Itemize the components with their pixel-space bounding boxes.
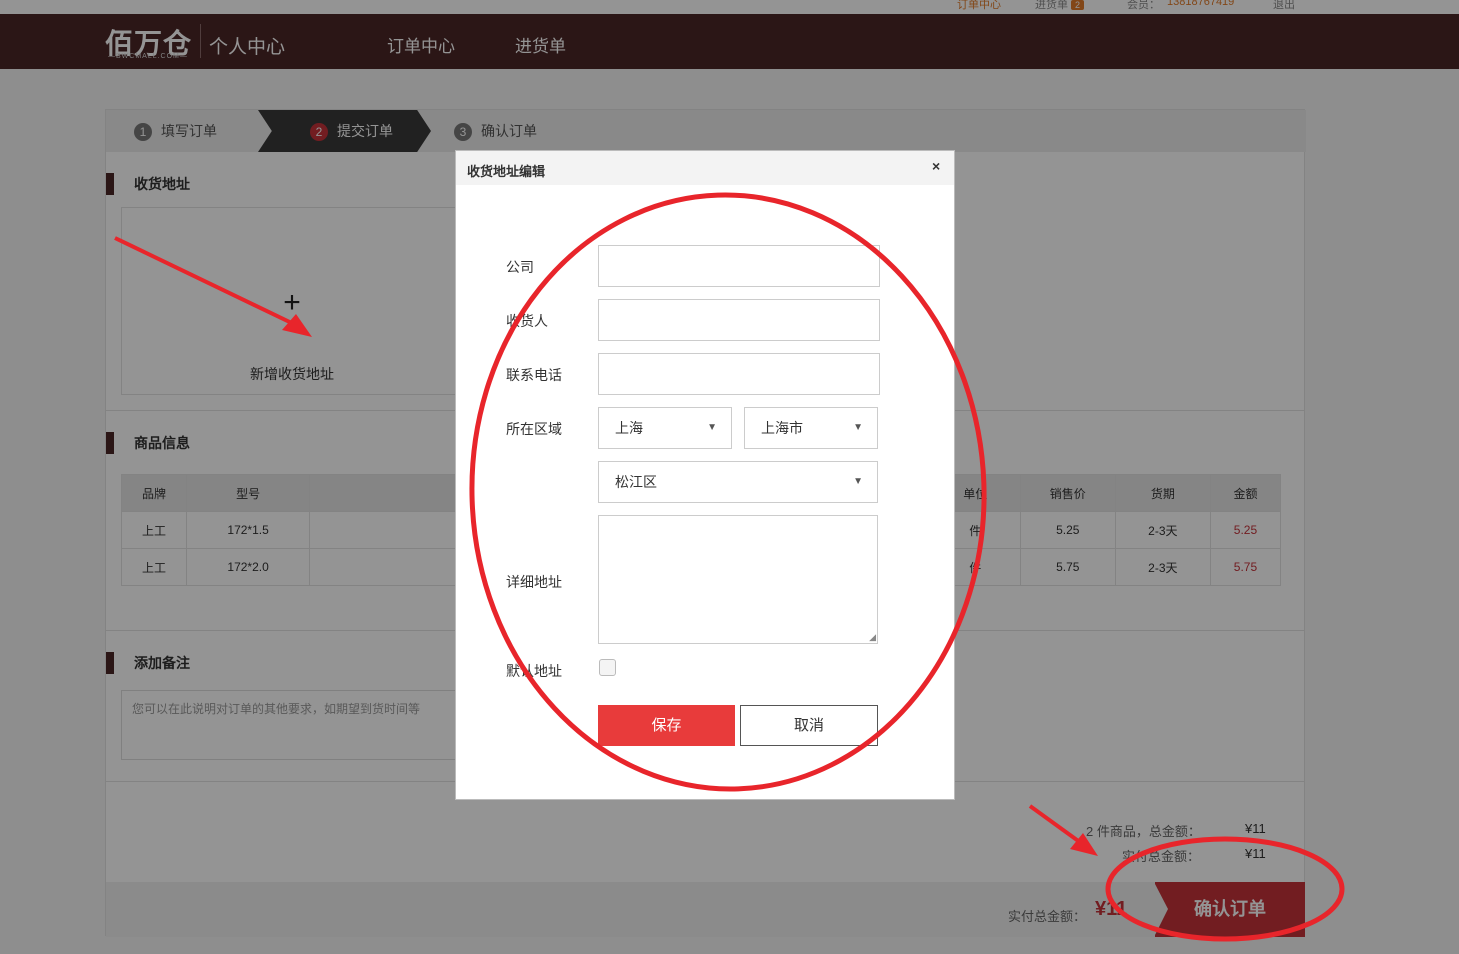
phone-label: 联系电话: [506, 367, 562, 383]
receiver-input[interactable]: [598, 299, 880, 341]
receiver-label: 收货人: [506, 313, 548, 329]
caret-down-icon: ▼: [853, 422, 863, 433]
province-select[interactable]: 上海 ▼: [598, 407, 732, 449]
dialog-title: 收货地址编辑: [467, 164, 546, 179]
cancel-button[interactable]: 取消: [740, 705, 878, 746]
city-select[interactable]: 上海市 ▼: [744, 407, 878, 449]
dialog-header: 收货地址编辑 ×: [456, 151, 954, 185]
district-select[interactable]: 松江区 ▼: [598, 461, 878, 503]
region-label: 所在区域: [506, 421, 562, 437]
resize-grip-icon[interactable]: ◢: [869, 632, 876, 643]
district-value: 松江区: [615, 474, 657, 490]
caret-down-icon: ▼: [853, 476, 863, 487]
caret-down-icon: ▼: [707, 422, 717, 433]
address-edit-dialog: 收货地址编辑 × 公司 收货人 联系电话 所在区域 上海 ▼ 上海市 ▼ 松江区…: [455, 150, 955, 800]
detail-address-label: 详细地址: [506, 574, 562, 590]
province-value: 上海: [615, 420, 643, 436]
save-button[interactable]: 保存: [598, 705, 735, 746]
company-input[interactable]: [598, 245, 880, 287]
default-address-checkbox[interactable]: [599, 659, 616, 676]
company-label: 公司: [506, 259, 534, 275]
default-address-label: 默认地址: [506, 663, 562, 679]
phone-input[interactable]: [598, 353, 880, 395]
detail-address-textarea[interactable]: ◢: [598, 515, 878, 644]
close-icon[interactable]: ×: [932, 158, 940, 174]
city-value: 上海市: [761, 420, 803, 436]
